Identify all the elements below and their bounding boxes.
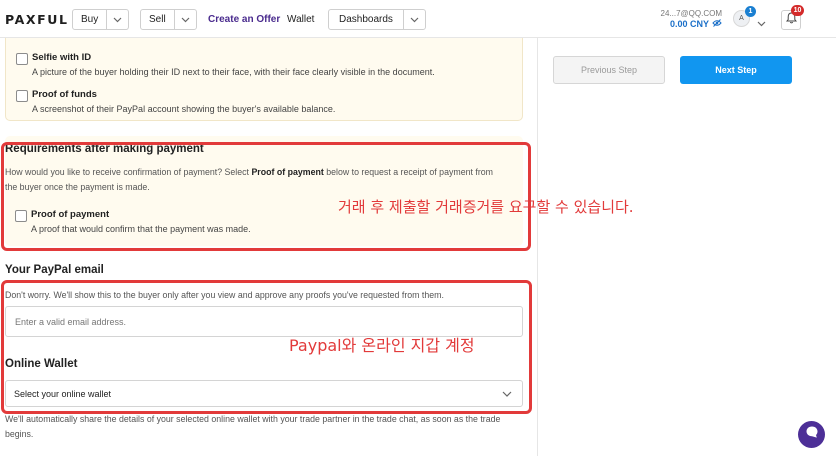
account-id: 24...7@QQ.COM [660, 9, 722, 18]
chevron-down-icon [173, 10, 196, 29]
requirements-card: Requirements after making payment How wo… [5, 136, 523, 246]
online-wallet-selected: Select your online wallet [14, 388, 112, 399]
sell-label: Sell [149, 14, 166, 25]
paxful-logo[interactable]: PAXFUL [5, 12, 69, 27]
proof-of-funds-checkbox[interactable] [16, 90, 28, 102]
account-chevron-down-icon[interactable] [757, 14, 766, 32]
dashboards-dropdown[interactable]: Dashboards [328, 9, 426, 30]
proof-of-payment-desc: A proof that would confirm that the paym… [31, 224, 251, 234]
top-nav: PAXFUL Buy Sell Create an Offer Wallet D… [0, 0, 836, 38]
selfie-desc: A picture of the buyer holding their ID … [32, 67, 435, 77]
dashboards-label: Dashboards [339, 14, 393, 25]
next-step-button[interactable]: Next Step [680, 56, 792, 84]
paypal-email-title: Your PayPal email [5, 264, 104, 276]
create-offer-link[interactable]: Create an Offer [208, 14, 280, 25]
requirements-desc-line1: How would you like to receive confirmati… [5, 167, 493, 177]
chevron-down-icon [402, 10, 425, 29]
chevron-down-icon [106, 10, 128, 29]
requirements-desc-line2: the buyer once the payment is made. [5, 182, 150, 192]
online-wallet-select[interactable]: Select your online wallet [5, 380, 523, 407]
previous-step-button[interactable]: Previous Step [553, 56, 665, 84]
wallet-link[interactable]: Wallet [287, 14, 314, 25]
selfie-title: Selfie with ID [32, 52, 92, 63]
proof-options-card: Selfie with ID A picture of the buyer ho… [5, 38, 523, 121]
proof-of-payment-title: Proof of payment [31, 209, 110, 220]
requirements-annotation: 거래 후 제출할 거래증거를 요구할 수 있습니다. [338, 198, 634, 216]
avatar-badge: 1 [745, 6, 756, 17]
online-wallet-note-line1: We'll automatically share the details of… [5, 414, 501, 424]
selfie-checkbox[interactable] [16, 53, 28, 65]
offer-form: Selfie with ID A picture of the buyer ho… [0, 38, 538, 456]
proof-of-funds-title: Proof of funds [32, 89, 97, 100]
online-wallet-note-line2: begins. [5, 429, 34, 439]
notifications-badge: 10 [791, 5, 804, 16]
online-wallet-title: Online Wallet [5, 358, 78, 370]
buy-dropdown[interactable]: Buy [72, 9, 130, 30]
chat-button[interactable] [798, 421, 825, 448]
paypal-email-desc: Don't worry. We'll show this to the buye… [5, 290, 444, 300]
eye-off-icon[interactable] [712, 19, 722, 29]
chat-bubble-icon [805, 425, 819, 444]
paypal-wallet-annotation: Paypal와 온라인 지갑 계정 [289, 336, 475, 355]
proof-of-funds-desc: A screenshot of their PayPal account sho… [32, 104, 336, 114]
buy-label: Buy [81, 14, 99, 25]
balance-value: 0.00 CNY [669, 19, 709, 29]
chevron-down-icon [502, 389, 512, 399]
sell-dropdown[interactable]: Sell [140, 9, 197, 30]
proof-of-payment-checkbox[interactable] [15, 210, 27, 222]
wallet-balance[interactable]: 0.00 CNY [670, 19, 722, 29]
requirements-title: Requirements after making payment [5, 143, 204, 155]
